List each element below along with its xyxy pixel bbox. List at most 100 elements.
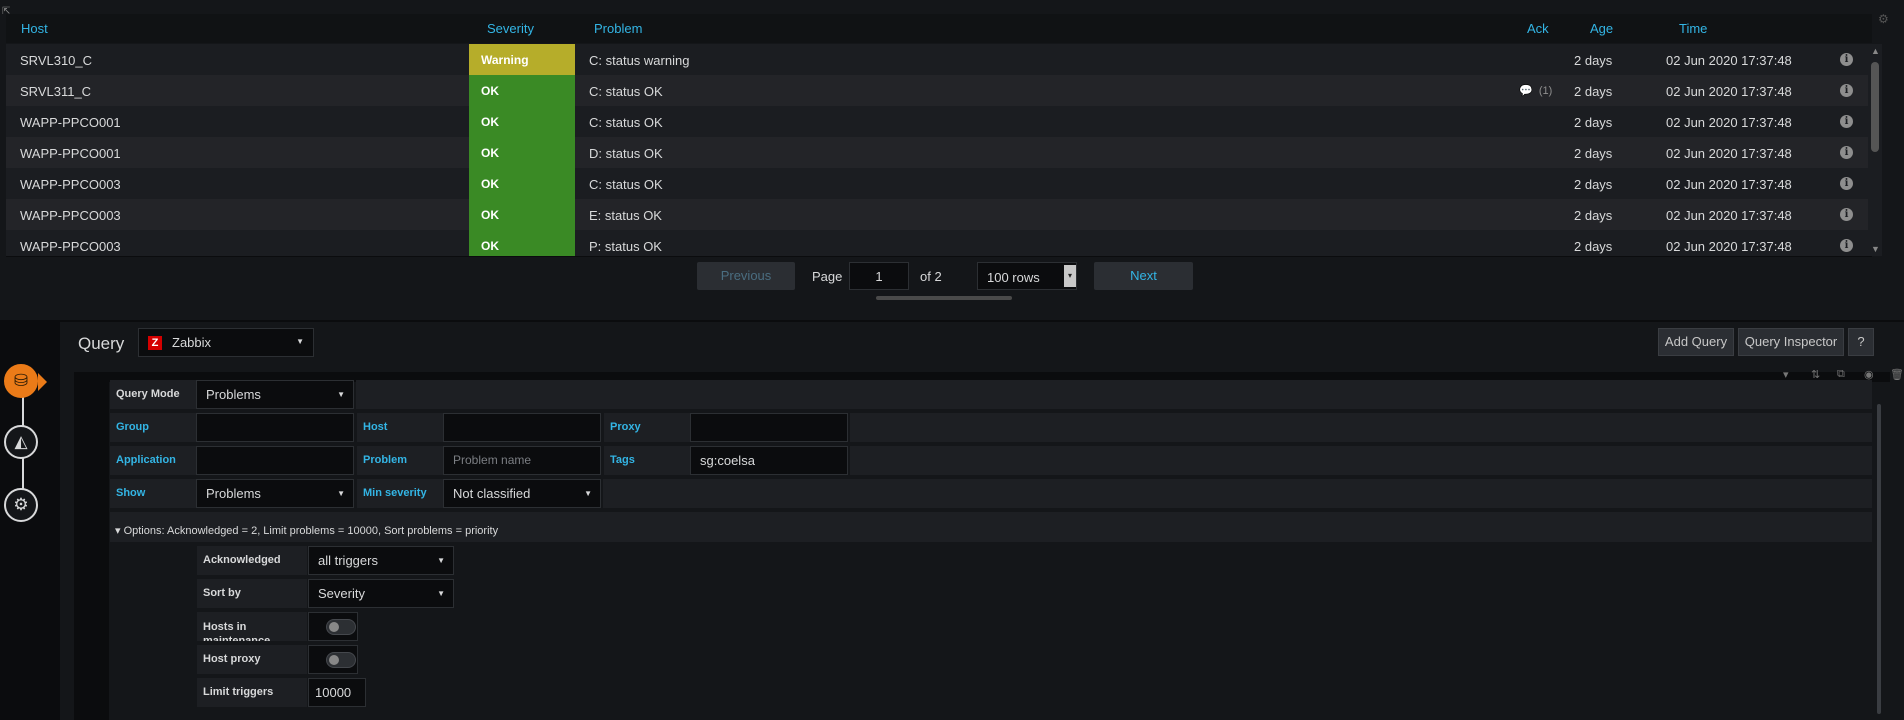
- table-row[interactable]: WAPP-PPCO001 OK C: status OK 2 days 02 J…: [6, 106, 1872, 138]
- chevron-down-icon: ▼: [437, 589, 445, 598]
- problem-input[interactable]: Problem name: [443, 446, 601, 475]
- scroll-down-icon[interactable]: ▼: [1871, 244, 1880, 254]
- problem-cell: C: status OK: [589, 84, 663, 99]
- host-input[interactable]: [443, 413, 601, 442]
- time-cell: 02 Jun 2020 17:37:48: [1666, 53, 1792, 68]
- trash-icon[interactable]: 🗑: [1890, 368, 1904, 381]
- table-scrollbar[interactable]: ▲ ▼: [1868, 44, 1882, 256]
- severity-cell: OK: [469, 106, 575, 137]
- scroll-up-icon[interactable]: ▲: [1871, 46, 1880, 56]
- acknowledged-select[interactable]: all triggers ▼: [308, 546, 454, 575]
- problem-cell: C: status OK: [589, 177, 663, 192]
- tags-input[interactable]: sg:coelsa: [690, 446, 848, 475]
- page-label: Page: [812, 269, 843, 284]
- show-label: Show: [110, 479, 196, 508]
- query-title: Query: [78, 334, 125, 353]
- column-problem[interactable]: Problem: [594, 21, 642, 36]
- host-cell: SRVL310_C: [20, 53, 93, 68]
- panel-menu-icon[interactable]: ⚙: [1878, 12, 1889, 26]
- show-select[interactable]: Problems ▼: [196, 479, 354, 508]
- page-input[interactable]: 1: [849, 262, 909, 290]
- table-row[interactable]: WAPP-PPCO003 OK C: status OK 2 days 02 J…: [6, 168, 1872, 200]
- group-label: Group: [110, 413, 196, 442]
- next-button[interactable]: Next: [1094, 262, 1193, 290]
- row-filler: [850, 446, 1872, 475]
- limit-triggers-input[interactable]: 10000: [308, 678, 366, 707]
- table-row[interactable]: WAPP-PPCO001 OK D: status OK 2 days 02 J…: [6, 137, 1872, 169]
- problem-label: Problem: [357, 446, 443, 475]
- acknowledged-label: Acknowledged: [197, 546, 307, 575]
- options-toggle[interactable]: ▾ Options: Acknowledged = 2, Limit probl…: [115, 524, 498, 537]
- severity-cell: OK: [469, 75, 575, 106]
- chevron-down-icon: ▼: [337, 390, 345, 399]
- group-input[interactable]: [196, 413, 354, 442]
- hosts-maintenance-label: Hosts in maintenance: [197, 612, 307, 641]
- info-icon[interactable]: i: [1840, 208, 1853, 221]
- info-icon[interactable]: i: [1840, 53, 1853, 66]
- row-filler: [603, 479, 1872, 508]
- add-query-button[interactable]: Add Query: [1658, 328, 1734, 356]
- row-filler: [356, 380, 1872, 409]
- time-cell: 02 Jun 2020 17:37:48: [1666, 84, 1792, 99]
- query-mode-label: Query Mode: [110, 380, 196, 409]
- zabbix-logo-icon: Z: [148, 336, 162, 350]
- host-cell: SRVL311_C: [20, 84, 92, 99]
- horizontal-scrollbar[interactable]: [876, 296, 1012, 300]
- host-cell: WAPP-PPCO001: [20, 115, 121, 130]
- age-cell: 2 days: [1574, 84, 1613, 99]
- severity-cell: OK: [469, 199, 575, 230]
- column-time[interactable]: Time: [1679, 21, 1707, 36]
- tags-label: Tags: [604, 446, 690, 475]
- hosts-maintenance-toggle[interactable]: [326, 619, 356, 635]
- table-row[interactable]: SRVL311_C OK C: status OK 💬 (1) 2 days 0…: [6, 75, 1872, 107]
- severity-cell: OK: [469, 168, 575, 199]
- comment-icon: 💬: [1519, 85, 1533, 97]
- datasource-select[interactable]: Z Zabbix ▼: [138, 328, 314, 357]
- column-severity[interactable]: Severity: [487, 21, 534, 36]
- previous-button[interactable]: Previous: [697, 262, 795, 290]
- min-severity-select[interactable]: Not classified ▼: [443, 479, 601, 508]
- info-icon[interactable]: i: [1840, 146, 1853, 159]
- help-button[interactable]: ?: [1848, 328, 1874, 356]
- visualization-icon[interactable]: ◭: [4, 425, 38, 459]
- age-cell: 2 days: [1574, 53, 1613, 68]
- time-cell: 02 Jun 2020 17:37:48: [1666, 146, 1792, 161]
- proxy-input[interactable]: [690, 413, 848, 442]
- time-cell: 02 Jun 2020 17:37:48: [1666, 239, 1792, 254]
- column-ack[interactable]: Ack: [1527, 21, 1549, 36]
- column-host[interactable]: Host: [21, 21, 48, 36]
- editor-scrollbar[interactable]: [1877, 404, 1881, 714]
- min-severity-label: Min severity: [357, 479, 443, 508]
- database-icon[interactable]: ⛁: [4, 364, 38, 398]
- query-mode-select[interactable]: Problems ▼: [196, 380, 354, 409]
- chevron-down-icon: ▼: [437, 556, 445, 565]
- info-icon[interactable]: i: [1840, 239, 1853, 252]
- ack-cell[interactable]: 💬 (1): [1519, 84, 1552, 97]
- age-cell: 2 days: [1574, 115, 1613, 130]
- sort-by-select[interactable]: Severity ▼: [308, 579, 454, 608]
- host-proxy-toggle[interactable]: [326, 652, 356, 668]
- problem-cell: E: status OK: [589, 208, 662, 223]
- column-age[interactable]: Age: [1590, 21, 1613, 36]
- query-inspector-button[interactable]: Query Inspector: [1738, 328, 1844, 356]
- problem-cell: C: status OK: [589, 115, 663, 130]
- proxy-label: Proxy: [604, 413, 690, 442]
- row-filler: [850, 413, 1872, 442]
- table-row[interactable]: SRVL310_C Warning C: status warning 2 da…: [6, 44, 1872, 76]
- info-icon[interactable]: i: [1840, 84, 1853, 97]
- host-cell: WAPP-PPCO003: [20, 177, 121, 192]
- limit-triggers-label: Limit triggers: [197, 678, 307, 707]
- problem-cell: P: status OK: [589, 239, 662, 254]
- rows-per-page-select[interactable]: 100 rows ▾: [977, 262, 1077, 290]
- table-row[interactable]: WAPP-PPCO003 OK E: status OK 2 days 02 J…: [6, 199, 1872, 231]
- page-count: of 2: [920, 269, 942, 284]
- table-row[interactable]: WAPP-PPCO003 OK P: status OK 2 days 02 J…: [6, 230, 1872, 257]
- host-cell: WAPP-PPCO003: [20, 239, 121, 254]
- application-input[interactable]: [196, 446, 354, 475]
- info-icon[interactable]: i: [1840, 115, 1853, 128]
- severity-cell: Warning: [469, 44, 575, 75]
- info-icon[interactable]: i: [1840, 177, 1853, 190]
- scrollbar-thumb[interactable]: [1871, 62, 1879, 152]
- host-cell: WAPP-PPCO003: [20, 208, 121, 223]
- general-settings-icon[interactable]: ⚙: [4, 488, 38, 522]
